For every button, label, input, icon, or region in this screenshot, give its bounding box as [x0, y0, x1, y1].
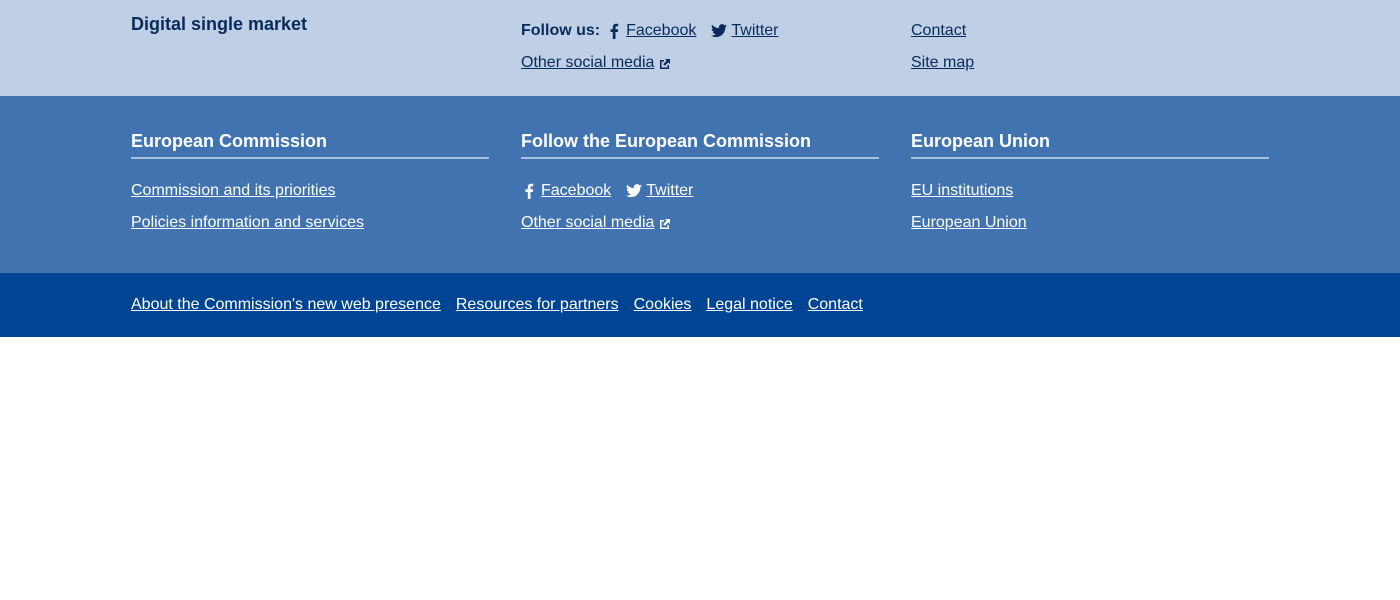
site-facebook-link[interactable]: Facebook — [606, 22, 696, 40]
commission-other-social-label: Other social media — [521, 214, 655, 231]
follow-commission-column: Follow the European Commission Facebook … — [521, 131, 879, 245]
eu-institutions-link[interactable]: EU institutions — [911, 182, 1013, 200]
european-union-heading: European Union — [911, 131, 1269, 159]
twitter-icon — [626, 183, 643, 199]
commission-facebook-label: Facebook — [541, 182, 612, 199]
site-title: Digital single market — [131, 14, 308, 34]
external-link-icon — [659, 57, 671, 69]
site-twitter-link[interactable]: Twitter — [711, 22, 779, 40]
site-links-column: Contact Site map — [911, 21, 974, 85]
site-other-social-label: Other social media — [521, 54, 655, 71]
site-contact-link[interactable]: Contact — [911, 22, 966, 40]
twitter-icon — [711, 23, 728, 39]
commission-other-social-link[interactable]: Other social media — [521, 214, 654, 232]
european-union-link[interactable]: European Union — [911, 214, 1027, 232]
site-twitter-label: Twitter — [731, 22, 779, 39]
follow-commission-heading: Follow the European Commission — [521, 131, 879, 159]
corporate-footer: European Commission Commission and its p… — [0, 96, 1400, 273]
legal-notice-link[interactable]: Legal notice — [706, 296, 792, 314]
site-facebook-label: Facebook — [626, 22, 697, 39]
facebook-icon — [606, 23, 622, 39]
cookies-link[interactable]: Cookies — [634, 296, 692, 314]
facebook-icon — [521, 183, 537, 199]
bottom-bar: About the Commission's new web presence … — [0, 273, 1400, 337]
site-follow-column: Follow us: Facebook Twitter Other social — [521, 21, 794, 85]
site-footer: Digital single market Follow us: Faceboo… — [0, 0, 1400, 96]
site-map-link[interactable]: Site map — [911, 54, 974, 72]
commission-priorities-link[interactable]: Commission and its priorities — [131, 182, 336, 200]
follow-us-label: Follow us: — [521, 22, 601, 39]
commission-twitter-label: Twitter — [646, 182, 694, 199]
resources-partners-link[interactable]: Resources for partners — [456, 296, 619, 314]
policies-information-link[interactable]: Policies information and services — [131, 214, 364, 232]
site-other-social-link[interactable]: Other social media — [521, 54, 654, 72]
bottom-contact-link[interactable]: Contact — [808, 296, 863, 314]
european-union-column: European Union EU institutions European … — [911, 131, 1269, 245]
commission-column: European Commission Commission and its p… — [131, 131, 489, 245]
commission-heading: European Commission — [131, 131, 489, 159]
external-link-icon — [659, 217, 671, 229]
about-web-presence-link[interactable]: About the Commission's new web presence — [131, 296, 441, 314]
commission-twitter-link[interactable]: Twitter — [626, 182, 693, 200]
commission-facebook-link[interactable]: Facebook — [521, 182, 611, 200]
